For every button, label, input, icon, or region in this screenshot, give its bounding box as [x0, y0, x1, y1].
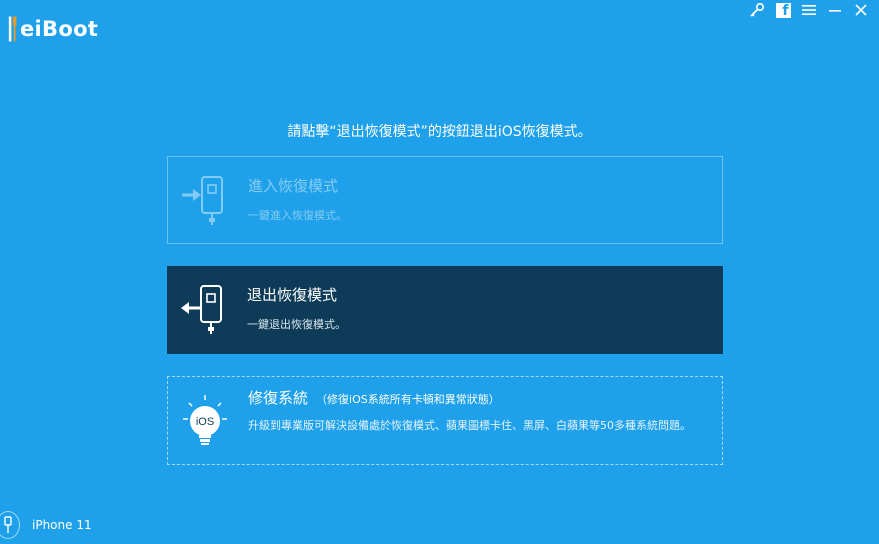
exit-recovery-title: 退出恢復模式: [247, 286, 338, 304]
repair-system-subtitle: （修復iOS系統所有卡頓和異常狀態）: [316, 393, 500, 406]
minimize-icon[interactable]: [827, 2, 843, 18]
ios-bulb-text: iOS: [196, 416, 214, 428]
usb-cable-icon: [0, 511, 20, 539]
app-logo: eiBoot: [8, 14, 98, 44]
repair-system-desc: 升級到專業版可解決設備處於恢復模式、蘋果圖標卡住、黑屏、白蘋果等50多種系統問題…: [248, 419, 691, 432]
exit-recovery-desc: 一鍵退出恢復模式。: [247, 318, 346, 331]
device-status: iPhone 11: [0, 511, 92, 539]
menu-icon[interactable]: [801, 2, 817, 18]
repair-system-title: 修復系統: [248, 389, 309, 407]
tools-logo-icon: [8, 16, 17, 42]
ios-bulb-icon: iOS: [183, 395, 227, 445]
app-name: eiBoot: [20, 17, 99, 41]
exit-recovery-icon: [181, 285, 222, 334]
window-controls: f: [749, 2, 869, 18]
enter-recovery-desc: 一鍵進入恢復模式。: [248, 209, 347, 222]
enter-recovery-title: 進入恢復模式: [248, 177, 339, 195]
repair-system-option[interactable]: iOS 修復系統 （修復iOS系統所有卡頓和異常狀態） 升級到專業版可解決設備處於…: [167, 376, 723, 465]
facebook-icon[interactable]: f: [775, 2, 791, 18]
enter-recovery-option: 進入恢復模式 一鍵進入恢復模式。: [167, 156, 723, 244]
key-icon[interactable]: [749, 2, 765, 18]
instruction-text: 請點擊“退出恢復模式”的按鈕退出iOS恢復模式。: [287, 124, 592, 140]
close-icon[interactable]: [853, 2, 869, 18]
exit-recovery-button[interactable]: 退出恢復模式 一鍵退出恢復模式。: [167, 266, 723, 354]
repair-system-title-row: 修復系統 （修復iOS系統所有卡頓和異常狀態）: [248, 387, 500, 408]
device-name: iPhone 11: [32, 518, 92, 532]
enter-recovery-icon: [182, 176, 223, 225]
